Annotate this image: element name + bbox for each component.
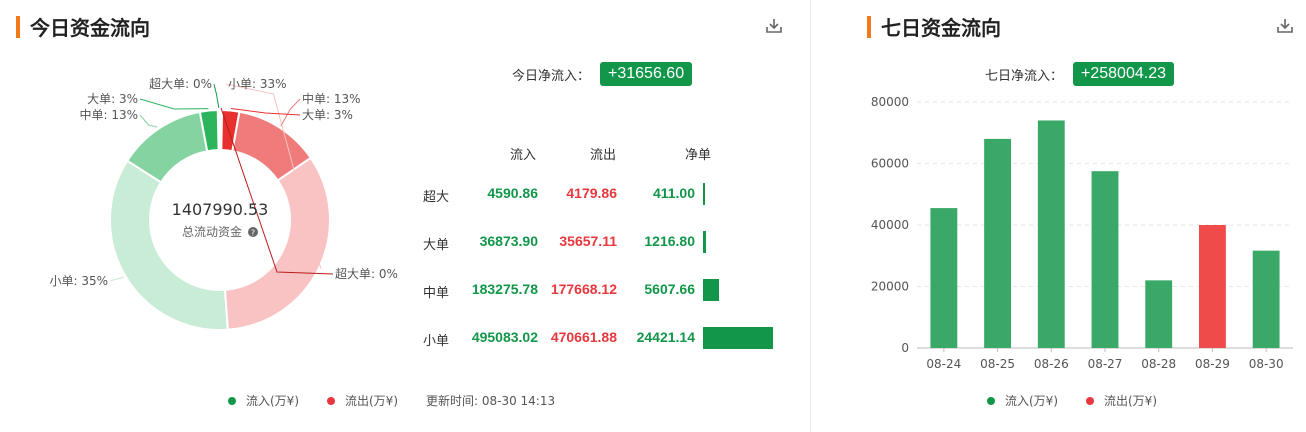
today-flow-panel: 今日资金流向 今日净流入： +31656.60 超大单: 0% 大单: 3% 中单:…: [0, 0, 800, 432]
donut-slice-label: 超大单: 0%: [335, 266, 398, 281]
today-net-value: +31656.60: [600, 62, 693, 86]
today-donut-chart: 超大单: 0%大单: 3%中单: 13%小单: 35%小单: 33%中单: 13…: [49, 76, 398, 331]
bar[interactable]: [1252, 250, 1280, 348]
table-cell-net: 24421.14: [636, 329, 695, 345]
x-tick-label: 08-27: [1088, 357, 1123, 371]
donut-slice-label: 小单: 33%: [228, 77, 287, 91]
donut-slice-label: 超大单: 0%: [149, 76, 212, 91]
week-bar-chart: 0 20000 40000 60000 80000 08-24 08-25 08-26 08-2…: [871, 95, 1293, 371]
donut-label-line: [139, 98, 209, 110]
donut-slice-label: 小单: 35%: [49, 274, 108, 288]
y-tick-label: 20000: [871, 280, 909, 294]
legend-out-label: 流出(万¥): [345, 394, 398, 408]
donut-slice-label: 大单: 3%: [87, 92, 138, 106]
x-tick-label: 08-28: [1141, 357, 1176, 371]
col-header-out: 流出: [590, 148, 617, 163]
download-icon[interactable]: [1275, 16, 1295, 36]
download-icon[interactable]: [764, 16, 784, 36]
table-row-label: 中单: [423, 286, 450, 301]
table-cell-in: 4590.86: [487, 185, 538, 201]
legend-item-in[interactable]: 流入(万¥): [987, 392, 1058, 409]
donut-label-line: [109, 276, 124, 282]
legend-dot-out: [327, 396, 335, 405]
week-flow-panel: 七日资金流向 七日净流入： +258004.23 0 20000 40000 6000…: [845, 0, 1306, 432]
week-header: 七日资金流向: [867, 12, 1001, 41]
bar[interactable]: [930, 208, 958, 348]
col-header-net: 净单: [685, 148, 712, 163]
y-tick-label: 40000: [871, 218, 909, 232]
donut-slice-label: 中单: 13%: [79, 107, 138, 122]
x-tick-label: 08-29: [1195, 357, 1230, 371]
table-row-label: 大单: [423, 238, 450, 253]
donut-label-line: [139, 114, 158, 128]
legend-item-in[interactable]: 流入(万¥): [228, 392, 299, 409]
today-net-label: 今日净流入：: [512, 68, 591, 84]
bar[interactable]: [1199, 225, 1226, 348]
header-accent-bar: [16, 15, 20, 38]
table-cell-out: 4179.86: [566, 185, 617, 201]
y-tick-label: 80000: [871, 95, 909, 109]
net-bar: [703, 231, 707, 253]
table-cell-net: 411.00: [652, 185, 695, 201]
legend-dot-out: [1086, 396, 1094, 405]
table-cell-in: 183275.78: [471, 281, 538, 297]
today-net-inflow: 今日净流入： +31656.60: [512, 62, 693, 86]
table-cell-out: 35657.11: [559, 233, 617, 249]
donut-center-value: 1407990.53: [172, 200, 269, 219]
legend-item-out[interactable]: 流出(万¥): [1086, 392, 1157, 409]
col-header-in: 流入: [510, 148, 537, 163]
bar[interactable]: [1145, 280, 1173, 348]
donut-label-line: [280, 98, 301, 127]
bar[interactable]: [1091, 171, 1119, 348]
legend-dot-in: [987, 396, 995, 405]
table-cell-out: 470661.88: [550, 329, 617, 345]
legend-dot-in: [228, 396, 236, 405]
legend-out-label: 流出(万¥): [1104, 394, 1157, 408]
x-tick-label: 08-25: [980, 357, 1015, 371]
table-cell-net: 5607.66: [644, 281, 695, 297]
bar[interactable]: [1037, 120, 1065, 348]
update-time: 更新时间: 08-30 14:13: [426, 394, 556, 408]
donut-center-label: 总流动资金: [182, 224, 242, 239]
donut-slice-in[interactable]: [109, 159, 229, 331]
x-tick-label: 08-30: [1249, 357, 1284, 371]
today-legend: 流入(万¥) 流出(万¥) 更新时间: 08-30 14:13: [228, 392, 555, 409]
y-tick-label: 60000: [871, 157, 909, 171]
today-title: 今日资金流向: [30, 16, 150, 40]
week-title: 七日资金流向: [881, 16, 1001, 40]
donut-slice-label: 大单: 3%: [302, 108, 353, 122]
table-cell-in: 495083.02: [471, 329, 538, 345]
net-bar: [703, 327, 773, 349]
net-bar: [703, 279, 720, 301]
help-icon-glyph: ?: [251, 229, 255, 238]
legend-in-label: 流入(万¥): [246, 394, 299, 408]
donut-slice-label: 中单: 13%: [302, 91, 361, 106]
net-bar: [703, 183, 705, 205]
table-cell-in: 36873.90: [479, 233, 538, 249]
header-accent-bar: [867, 15, 871, 38]
week-legend: 流入(万¥) 流出(万¥): [987, 392, 1185, 409]
legend-item-out[interactable]: 流出(万¥): [327, 392, 398, 409]
table-row-label: 超大: [423, 190, 450, 205]
donut-label-line: [213, 83, 220, 109]
x-tick-label: 08-26: [1034, 357, 1069, 371]
legend-in-label: 流入(万¥): [1005, 394, 1058, 408]
table-row-label: 小单: [423, 334, 450, 349]
table-cell-out: 177668.12: [550, 281, 617, 297]
panel-divider: [810, 0, 811, 432]
bar[interactable]: [984, 138, 1011, 348]
y-tick-label: 0: [901, 341, 909, 355]
table-cell-net: 1216.80: [644, 233, 695, 249]
today-header: 今日资金流向: [16, 12, 150, 41]
x-tick-label: 08-24: [926, 357, 961, 371]
